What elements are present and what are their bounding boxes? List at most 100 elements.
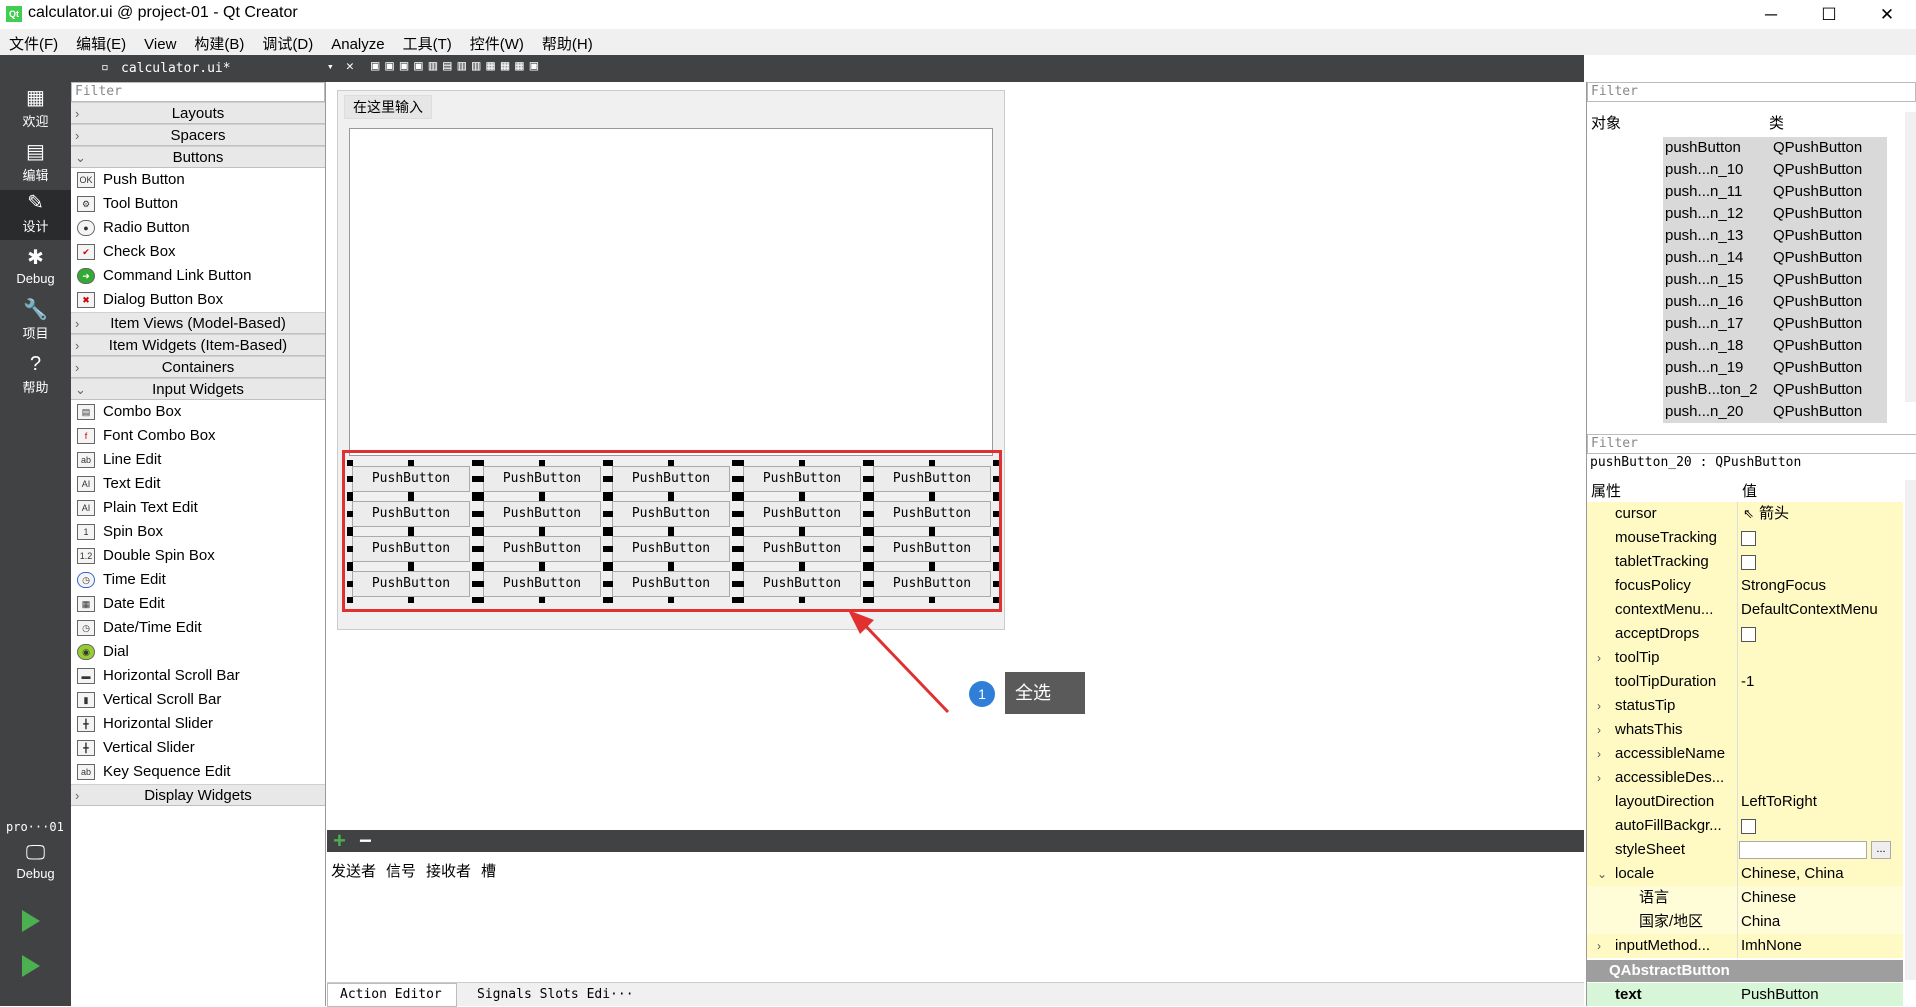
- widget-double-spin-box[interactable]: 1.2 Double Spin Box: [71, 544, 325, 568]
- property-value[interactable]: -1: [1741, 670, 1754, 694]
- mode-edit[interactable]: ▤ 编辑: [0, 139, 71, 189]
- object-filter-input[interactable]: Filter: [1587, 82, 1916, 102]
- property-value[interactable]: StrongFocus: [1741, 574, 1826, 598]
- property-checkbox[interactable]: [1741, 622, 1756, 646]
- col-sender[interactable]: 发送者: [331, 860, 376, 881]
- category-buttons[interactable]: ⌄ Buttons: [71, 146, 325, 168]
- checkbox[interactable]: [1741, 626, 1756, 642]
- object-row[interactable]: push...n_11 QPushButton: [1663, 181, 1887, 203]
- remove-icon[interactable]: −: [359, 828, 372, 854]
- property-text-value[interactable]: PushButton: [1741, 983, 1819, 1006]
- menu-debug[interactable]: 调试(D): [253, 29, 322, 55]
- widget-font-combo-box[interactable]: f Font Combo Box: [71, 424, 325, 448]
- menu-help[interactable]: 帮助(H): [533, 29, 602, 55]
- chevron-right-icon[interactable]: ›: [1597, 694, 1601, 718]
- widget-dialog-button-box[interactable]: ✖ Dialog Button Box: [71, 288, 325, 312]
- widget-spin-box[interactable]: 1 Spin Box: [71, 520, 325, 544]
- minimize-button[interactable]: ─: [1748, 2, 1794, 28]
- object-row[interactable]: push...n_12 QPushButton: [1663, 203, 1887, 225]
- property-row[interactable]: autoFillBackgr...: [1587, 814, 1903, 838]
- widget-push-button[interactable]: OK Push Button: [71, 168, 325, 192]
- property-checkbox[interactable]: [1741, 814, 1756, 838]
- property-row[interactable]: › inputMethod... ImhNone: [1587, 934, 1903, 958]
- property-row[interactable]: › statusTip: [1587, 694, 1903, 718]
- widget-vertical-slider[interactable]: ╋ Vertical Slider: [71, 736, 325, 760]
- property-row[interactable]: tabletTracking: [1587, 550, 1903, 574]
- property-row[interactable]: cursor ⇖ 箭头: [1587, 502, 1903, 526]
- mode-design[interactable]: ✎ 设计: [0, 190, 71, 240]
- widget-check-box[interactable]: ✔ Check Box: [71, 240, 325, 264]
- chevron-right-icon[interactable]: ›: [1597, 718, 1601, 742]
- checkbox[interactable]: [1741, 530, 1756, 546]
- widget-combo-box[interactable]: ▤ Combo Box: [71, 400, 325, 424]
- property-row[interactable]: mouseTracking: [1587, 526, 1903, 550]
- object-row[interactable]: push...n_10 QPushButton: [1663, 159, 1887, 181]
- stylesheet-field[interactable]: [1739, 841, 1867, 859]
- widget-radio-button[interactable]: ● Radio Button: [71, 216, 325, 240]
- checkbox[interactable]: [1741, 818, 1756, 834]
- menu-edit[interactable]: 编辑(E): [67, 29, 135, 55]
- object-row[interactable]: push...n_13 QPushButton: [1663, 225, 1887, 247]
- property-row[interactable]: › whatsThis: [1587, 718, 1903, 742]
- widget-vertical-scroll-bar[interactable]: ▮ Vertical Scroll Bar: [71, 688, 325, 712]
- property-text-row[interactable]: text PushButton: [1587, 983, 1903, 1006]
- property-row[interactable]: › accessibleName: [1587, 742, 1903, 766]
- widget-key-sequence-edit[interactable]: ab Key Sequence Edit: [71, 760, 325, 784]
- mode-debug[interactable]: ✱ Debug: [0, 245, 71, 295]
- section-qabstractbutton[interactable]: QAbstractButton: [1587, 960, 1903, 982]
- category-containers[interactable]: › Containers: [71, 356, 325, 378]
- col-slot[interactable]: 槽: [481, 860, 496, 881]
- chevron-down-icon[interactable]: ▾: [327, 60, 334, 73]
- property-scrollbar[interactable]: [1905, 480, 1916, 980]
- chevron-right-icon[interactable]: ›: [1597, 646, 1601, 670]
- property-row[interactable]: 语言 Chinese: [1587, 886, 1903, 910]
- object-row[interactable]: push...n_17 QPushButton: [1663, 313, 1887, 335]
- widget-horizontal-slider[interactable]: ╋ Horizontal Slider: [71, 712, 325, 736]
- menu-widgets[interactable]: 控件(W): [461, 29, 533, 55]
- property-row[interactable]: layoutDirection LeftToRight: [1587, 790, 1903, 814]
- object-row[interactable]: push...n_14 QPushButton: [1663, 247, 1887, 269]
- layout-toolbar-icons[interactable]: ▣▣▣▣▥▤▥▥▦▦▦▣: [371, 58, 544, 74]
- property-row[interactable]: › accessibleDes...: [1587, 766, 1903, 790]
- property-value[interactable]: 箭头: [1759, 502, 1789, 526]
- col-signal[interactable]: 信号: [386, 860, 416, 881]
- ellipsis-button[interactable]: ...: [1871, 841, 1891, 859]
- category-input-widgets[interactable]: ⌄ Input Widgets: [71, 378, 325, 400]
- property-row[interactable]: acceptDrops: [1587, 622, 1903, 646]
- widget-filter-input[interactable]: Filter: [71, 82, 325, 102]
- property-row[interactable]: styleSheet...: [1587, 838, 1903, 862]
- menu-tools[interactable]: 工具(T): [394, 29, 461, 55]
- widget-text-edit[interactable]: AI Text Edit: [71, 472, 325, 496]
- widget-plain-text-edit[interactable]: AI Plain Text Edit: [71, 496, 325, 520]
- close-button[interactable]: ✕: [1864, 2, 1910, 28]
- object-row[interactable]: push...n_16 QPushButton: [1663, 291, 1887, 313]
- document-tab[interactable]: calculator.ui*: [121, 61, 231, 76]
- category-item-widgets[interactable]: › Item Widgets (Item-Based): [71, 334, 325, 356]
- tab-action-editor[interactable]: Action Editor: [327, 983, 457, 1007]
- chevron-right-icon[interactable]: ›: [1597, 934, 1601, 958]
- property-value[interactable]: Chinese, China: [1741, 862, 1844, 886]
- close-doc-icon[interactable]: ✕: [346, 59, 354, 74]
- widget-line-edit[interactable]: ab Line Edit: [71, 448, 325, 472]
- object-row[interactable]: push...n_20 QPushButton: [1663, 401, 1887, 423]
- property-value[interactable]: ImhNone: [1741, 934, 1802, 958]
- property-row[interactable]: toolTipDuration -1: [1587, 670, 1903, 694]
- menu-build[interactable]: 构建(B): [185, 29, 253, 55]
- widget-horizontal-scroll-bar[interactable]: ▬ Horizontal Scroll Bar: [71, 664, 325, 688]
- chevron-down-icon[interactable]: ⌄: [1597, 862, 1607, 886]
- tab-signals-slots[interactable]: Signals Slots Edi···: [477, 983, 634, 1007]
- mode-projects[interactable]: 🔧 项目: [0, 297, 71, 347]
- object-row[interactable]: pushButton QPushButton: [1663, 137, 1887, 159]
- widget-dial[interactable]: ◉ Dial: [71, 640, 325, 664]
- category-layouts[interactable]: › Layouts: [71, 102, 325, 124]
- property-value[interactable]: LeftToRight: [1741, 790, 1817, 814]
- maximize-button[interactable]: ☐: [1806, 2, 1852, 28]
- widget-tool-button[interactable]: ⚙ Tool Button: [71, 192, 325, 216]
- property-checkbox[interactable]: [1741, 550, 1756, 574]
- widget-date-edit[interactable]: ▦ Date Edit: [71, 592, 325, 616]
- mode-help[interactable]: ? 帮助: [0, 351, 71, 401]
- col-receiver[interactable]: 接收者: [426, 860, 471, 881]
- property-value[interactable]: DefaultContextMenu: [1741, 598, 1878, 622]
- chevron-right-icon[interactable]: ›: [1597, 766, 1601, 790]
- category-item-views[interactable]: › Item Views (Model-Based): [71, 312, 325, 334]
